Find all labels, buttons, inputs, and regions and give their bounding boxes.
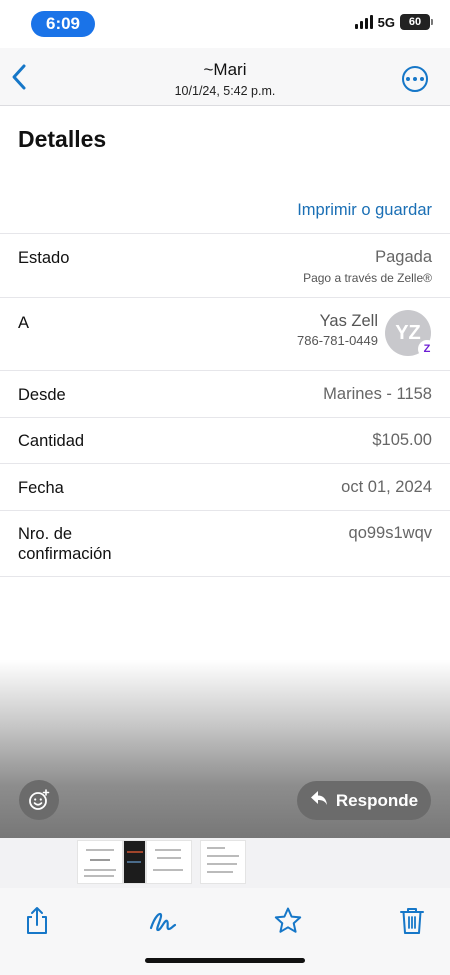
status-bar: 6:09 5G 60: [0, 0, 450, 48]
fecha-value: oct 01, 2024: [341, 478, 432, 496]
battery-level: 60: [408, 16, 422, 28]
confirmacion-value: qo99s1wqv: [348, 524, 432, 542]
confirmacion-label-line2: confirmación: [18, 545, 112, 563]
status-indicators: 5G 60: [354, 14, 433, 30]
detail-row-desde: Desde Marines - 1158: [0, 370, 450, 417]
home-indicator: [145, 958, 305, 963]
thumbnail[interactable]: [123, 840, 146, 884]
reply-button[interactable]: Responde: [297, 781, 431, 820]
markup-icon[interactable]: [148, 906, 178, 936]
estado-sub: Pago a través de Zelle®: [303, 271, 432, 285]
network-type: 5G: [377, 14, 395, 30]
detail-row-estado: Estado Pagada Pago a través de Zelle®: [0, 233, 450, 297]
nav-header: ~Mari 10/1/24, 5:42 p.m.: [0, 48, 450, 106]
status-time: 6:09: [31, 11, 95, 37]
desde-value: Marines - 1158: [323, 385, 432, 403]
star-icon[interactable]: [273, 906, 303, 936]
cantidad-label: Cantidad: [18, 432, 85, 450]
estado-label: Estado: [18, 249, 70, 267]
cantidad-value: $105.00: [372, 431, 432, 449]
trash-icon[interactable]: [398, 906, 428, 936]
battery-icon: 60: [400, 14, 433, 30]
print-or-save-link[interactable]: Imprimir o guardar: [297, 201, 432, 220]
thumbnail[interactable]: [77, 840, 123, 884]
nav-title: ~Mari: [203, 60, 247, 79]
reply-arrow-icon: [310, 790, 328, 811]
thumbnail[interactable]: [200, 840, 246, 884]
reply-button-label: Responde: [335, 790, 419, 810]
detail-row-cantidad: Cantidad $105.00: [0, 417, 450, 463]
detail-row-confirmacion: Nro. de confirmación qo99s1wqv: [0, 510, 450, 577]
detail-row-fecha: Fecha oct 01, 2024: [0, 463, 450, 510]
recipient-name: Yas Zell: [319, 312, 378, 330]
thumbnail[interactable]: [146, 840, 192, 884]
more-icon[interactable]: [402, 66, 428, 92]
recipient-phone: 786-781-0449: [297, 333, 378, 348]
fecha-label: Fecha: [18, 479, 64, 497]
estado-value: Pagada: [375, 248, 432, 266]
attachment-thumbnail-strip: [0, 838, 450, 888]
share-icon[interactable]: [23, 906, 53, 936]
signal-icon: [354, 15, 373, 29]
emoji-icon[interactable]: [19, 780, 59, 820]
page-title: Detalles: [18, 126, 107, 152]
confirmacion-label-line1: Nro. de: [18, 525, 73, 543]
zelle-badge-icon: Z: [418, 340, 436, 358]
nav-subtitle: 10/1/24, 5:42 p.m.: [174, 84, 276, 98]
detail-row-a: A Yas Zell 786-781-0449 YZ Z: [0, 297, 450, 370]
a-label: A: [18, 314, 30, 332]
desde-label: Desde: [18, 386, 66, 404]
